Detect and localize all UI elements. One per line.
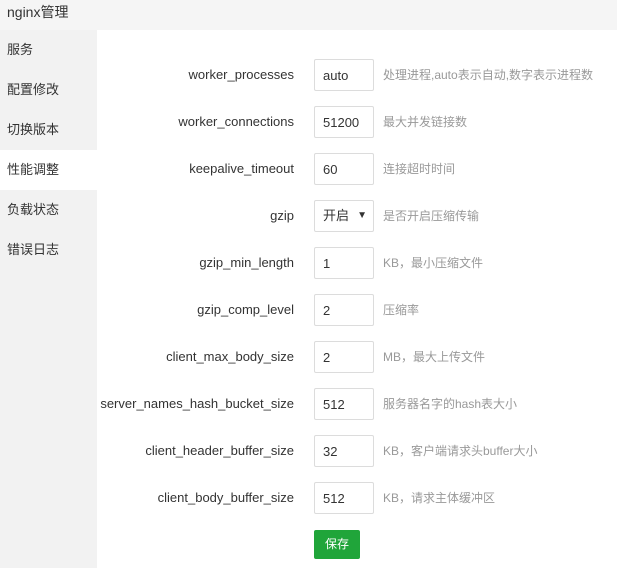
setting-label: client_body_buffer_size bbox=[157, 490, 294, 505]
setting-row-gzip-min-length: gzip_min_length KB，最小压缩文件 bbox=[97, 245, 617, 281]
sidebar-item-load-status[interactable]: 负载状态 bbox=[0, 190, 97, 230]
setting-hint: KB，最小压缩文件 bbox=[383, 256, 484, 270]
setting-label: keepalive_timeout bbox=[189, 161, 294, 176]
setting-hint: 服务器名字的hash表大小 bbox=[383, 397, 518, 411]
setting-hint: 处理进程,auto表示自动,数字表示进程数 bbox=[383, 68, 594, 82]
sidebar-item-error-log[interactable]: 错误日志 bbox=[0, 230, 97, 270]
sidebar-item-config[interactable]: 配置修改 bbox=[0, 70, 97, 110]
setting-row-server-names-hash-bucket-size: server_names_hash_bucket_size 服务器名字的hash… bbox=[97, 386, 617, 422]
client-body-buffer-size-input[interactable] bbox=[314, 482, 374, 514]
setting-label: worker_connections bbox=[178, 114, 294, 129]
setting-label: worker_processes bbox=[188, 67, 295, 82]
performance-panel: worker_processes 处理进程,auto表示自动,数字表示进程数 w… bbox=[97, 30, 617, 568]
setting-label: server_names_hash_bucket_size bbox=[100, 396, 294, 411]
gzip-select[interactable]: 开启 ▼ bbox=[314, 200, 374, 232]
setting-hint: MB，最大上传文件 bbox=[383, 350, 486, 364]
client-max-body-size-input[interactable] bbox=[314, 341, 374, 373]
server-names-hash-bucket-size-input[interactable] bbox=[314, 388, 374, 420]
setting-hint: 连接超时时间 bbox=[383, 162, 456, 176]
sidebar-item-performance[interactable]: 性能调整 bbox=[0, 150, 97, 190]
sidebar: 服务 配置修改 切换版本 性能调整 负载状态 错误日志 bbox=[0, 30, 97, 568]
setting-hint: 是否开启压缩传输 bbox=[383, 209, 480, 223]
sidebar-item-version[interactable]: 切换版本 bbox=[0, 110, 97, 150]
setting-label: client_max_body_size bbox=[166, 349, 294, 364]
setting-row-worker-processes: worker_processes 处理进程,auto表示自动,数字表示进程数 bbox=[97, 57, 617, 93]
sidebar-item-service[interactable]: 服务 bbox=[0, 30, 97, 70]
setting-hint: 最大并发链接数 bbox=[383, 115, 468, 129]
setting-label: gzip_comp_level bbox=[197, 302, 294, 317]
client-header-buffer-size-input[interactable] bbox=[314, 435, 374, 467]
worker-connections-input[interactable] bbox=[314, 106, 374, 138]
setting-hint: KB，请求主体缓冲区 bbox=[383, 491, 496, 505]
setting-row-gzip: gzip 开启 ▼ 是否开启压缩传输 bbox=[97, 198, 617, 234]
gzip-comp-level-input[interactable] bbox=[314, 294, 374, 326]
setting-hint: 压缩率 bbox=[383, 303, 420, 317]
worker-processes-input[interactable] bbox=[314, 59, 374, 91]
keepalive-timeout-input[interactable] bbox=[314, 153, 374, 185]
gzip-min-length-input[interactable] bbox=[314, 247, 374, 279]
setting-hint: KB，客户端请求头buffer大小 bbox=[383, 444, 538, 458]
setting-row-client-body-buffer-size: client_body_buffer_size KB，请求主体缓冲区 bbox=[97, 480, 617, 516]
save-button[interactable]: 保存 bbox=[314, 530, 360, 559]
setting-row-worker-connections: worker_connections 最大并发链接数 bbox=[97, 104, 617, 140]
setting-row-keepalive-timeout: keepalive_timeout 连接超时时间 bbox=[97, 151, 617, 187]
setting-row-gzip-comp-level: gzip_comp_level 压缩率 bbox=[97, 292, 617, 328]
setting-label: gzip bbox=[270, 208, 294, 223]
setting-label: client_header_buffer_size bbox=[145, 443, 294, 458]
setting-label: gzip_min_length bbox=[199, 255, 294, 270]
gzip-select-value: 开启 bbox=[323, 208, 350, 223]
setting-row-client-max-body-size: client_max_body_size MB，最大上传文件 bbox=[97, 339, 617, 375]
setting-row-client-header-buffer-size: client_header_buffer_size KB，客户端请求头buffe… bbox=[97, 433, 617, 469]
window-title: nginx管理 bbox=[0, 0, 617, 30]
chevron-down-icon: ▼ bbox=[357, 210, 367, 221]
